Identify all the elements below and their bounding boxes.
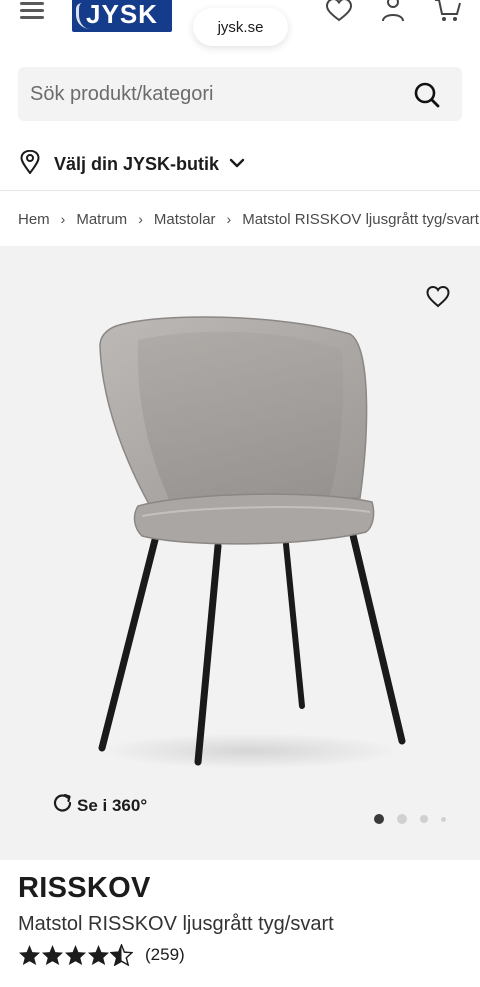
product-description: Matstol RISSKOV ljusgrått tyg/svart [18,913,334,935]
add-to-wishlist-heart-icon[interactable] [426,285,450,308]
search-icon[interactable] [414,82,440,108]
star-full-icon [64,944,87,966]
product-rating[interactable]: (259) [18,944,185,966]
gallery-dot[interactable] [441,816,446,822]
star-half-icon [110,944,133,966]
gallery-dot-active[interactable] [374,814,384,824]
view-360-button[interactable]: Se i 360° [52,792,147,819]
chevron-right-icon: › [138,211,143,227]
chevron-right-icon: › [226,211,232,227]
location-pin-icon [20,149,40,179]
cart-icon[interactable] [434,0,464,26]
star-full-icon [41,944,64,966]
breadcrumb-item-matrum[interactable]: Matrum [76,211,127,228]
product-name: RISSKOV [18,872,151,904]
review-count: (259) [145,945,185,964]
wishlist-icon[interactable] [325,0,356,26]
rotate-icon [52,792,77,819]
rating-stars [18,944,133,966]
menu-icon[interactable] [20,0,46,20]
product-image-chair [80,306,410,776]
gallery-dot[interactable] [397,814,407,824]
url-bar[interactable]: jysk.se [193,8,288,46]
chevron-down-icon [229,155,245,173]
store-selector[interactable]: Välj din JYSK-butik [20,146,245,182]
breadcrumb-item-current: Matstol RISSKOV ljusgrått tyg/svart [242,210,479,228]
gallery-pagination [374,814,459,824]
product-image-gallery[interactable]: Se i 360° [0,246,480,860]
chevron-right-icon: › [60,211,66,227]
jysk-logo[interactable]: JYSK [72,0,172,32]
divider [0,190,480,191]
gallery-dot[interactable] [420,815,428,823]
search-input[interactable] [30,67,400,121]
search-bar [18,67,462,121]
site-header: JYSK jysk.se [0,0,480,56]
breadcrumb-item-matstolar[interactable]: Matstolar [154,211,216,228]
url-text: jysk.se [217,18,264,36]
view-360-label: Se i 360° [77,795,148,815]
store-selector-label: Välj din JYSK-butik [54,153,220,174]
star-full-icon [87,944,110,966]
breadcrumb: Hem › Matrum › Matstolar › Matstol RISSK… [18,207,480,231]
breadcrumb-item-hem[interactable]: Hem [18,211,50,228]
account-icon[interactable] [380,0,410,26]
star-full-icon [18,944,41,966]
